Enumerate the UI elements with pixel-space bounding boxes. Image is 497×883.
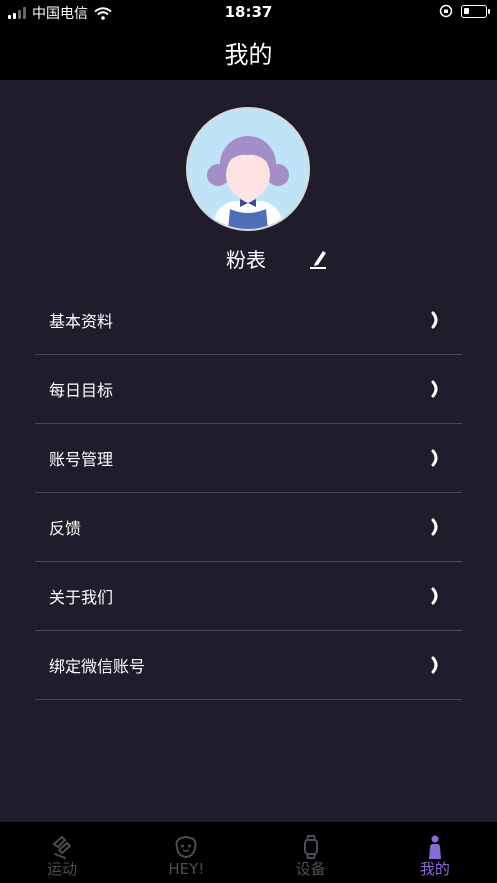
nav-bar: 我的: [0, 24, 497, 80]
menu-item-label: 基本资料: [49, 312, 114, 331]
status-time: 18:37: [224, 3, 273, 21]
edit-pencil-icon[interactable]: [308, 246, 328, 270]
menu-item-label: 每日目标: [49, 381, 114, 400]
menu-item-label: 反馈: [49, 519, 82, 538]
tab-hey[interactable]: HEY!: [124, 822, 248, 883]
menu-item-label: 绑定微信账号: [49, 657, 146, 676]
sport-icon: [52, 835, 72, 859]
menu-item-label: 账号管理: [49, 450, 114, 469]
chevron-right-icon: [431, 380, 438, 398]
watch-icon: [303, 835, 318, 859]
hey-face-icon: [175, 836, 197, 859]
avatar[interactable]: [186, 107, 310, 231]
username: 粉表: [226, 248, 266, 272]
menu-item-label: 关于我们: [49, 588, 114, 607]
girl-avatar-icon: [188, 109, 308, 229]
status-bar: 中国电信 18:37: [0, 0, 497, 24]
orientation-lock-icon: [439, 4, 453, 18]
status-right: [439, 4, 490, 18]
tab-sport[interactable]: 运动: [0, 822, 124, 883]
menu-item-about-us[interactable]: 关于我们: [35, 562, 462, 631]
tab-label: 我的: [419, 860, 450, 878]
tab-bar: 运动 HEY! 设备 我的: [0, 822, 497, 883]
menu-item-feedback[interactable]: 反馈: [35, 493, 462, 562]
chevron-right-icon: [431, 449, 438, 467]
tab-label: HEY!: [168, 860, 205, 878]
username-row: 粉表: [0, 244, 497, 274]
chevron-right-icon: [431, 587, 438, 605]
menu-list: 基本资料 每日目标 账号管理 反馈 关于我们 绑定微信账号: [35, 286, 462, 700]
person-icon: [428, 835, 441, 859]
tab-mine[interactable]: 我的: [373, 822, 497, 883]
chevron-right-icon: [431, 311, 438, 329]
battery-icon: [461, 4, 490, 18]
page-title: 我的: [224, 40, 273, 69]
tab-label: 设备: [295, 860, 326, 878]
menu-item-daily-goal[interactable]: 每日目标: [35, 355, 462, 424]
tab-label: 运动: [47, 860, 78, 878]
tab-device[interactable]: 设备: [249, 822, 373, 883]
chevron-right-icon: [431, 656, 438, 674]
menu-item-account-management[interactable]: 账号管理: [35, 424, 462, 493]
menu-item-basic-info[interactable]: 基本资料: [35, 286, 462, 355]
chevron-right-icon: [431, 518, 438, 536]
menu-item-bind-wechat[interactable]: 绑定微信账号: [35, 631, 462, 700]
